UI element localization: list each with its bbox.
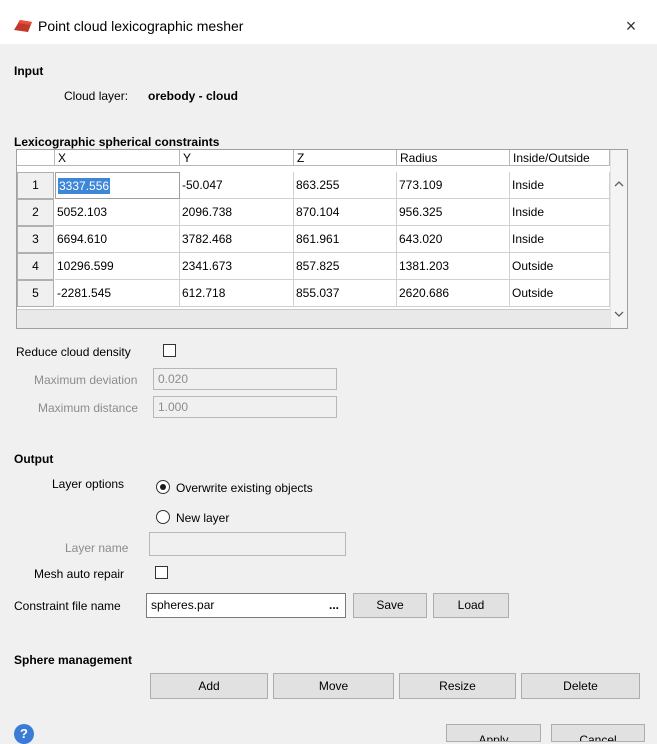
table-cell-z[interactable]: 863.255 — [294, 172, 397, 199]
table-body: X Y Z Radius Inside/Outside 1 3337.556 -… — [17, 150, 611, 310]
table-cell-radius[interactable]: 643.020 — [397, 226, 510, 253]
row-number[interactable]: 1 — [17, 172, 54, 199]
move-button[interactable]: Move — [273, 673, 394, 699]
table-cell-radius[interactable]: 2620.686 — [397, 280, 510, 307]
table-cell-radius[interactable]: 1381.203 — [397, 253, 510, 280]
input-section-label: Input — [14, 64, 44, 78]
constraint-file-value: spheres.par — [151, 598, 215, 612]
output-section-label: Output — [14, 452, 54, 466]
browse-button[interactable]: ... — [329, 594, 339, 617]
table-cell-inside-outside[interactable]: Outside — [510, 253, 610, 280]
table-footer-strip — [17, 309, 611, 328]
app-icon — [14, 20, 32, 32]
delete-button[interactable]: Delete — [521, 673, 640, 699]
load-button[interactable]: Load — [433, 593, 509, 618]
reduce-density-label: Reduce cloud density — [16, 345, 131, 359]
table-cell-x[interactable]: 3337.556 — [55, 172, 180, 199]
close-icon[interactable]: × — [619, 16, 643, 37]
column-header-y[interactable]: Y — [180, 150, 294, 166]
table-cell-y[interactable]: -50.047 — [180, 172, 294, 199]
constraint-file-field[interactable]: spheres.par ... — [146, 593, 346, 618]
max-distance-field[interactable]: 1.000 — [153, 396, 337, 418]
row-number[interactable]: 3 — [17, 226, 54, 253]
table-cell-x[interactable]: 5052.103 — [55, 199, 180, 226]
table-cell-z[interactable]: 861.961 — [294, 226, 397, 253]
table-cell-x[interactable]: 10296.599 — [55, 253, 180, 280]
table-cell-z[interactable]: 855.037 — [294, 280, 397, 307]
reduce-density-checkbox[interactable] — [163, 344, 176, 357]
radio-dot — [160, 484, 166, 490]
table-cell-inside-outside[interactable]: Outside — [510, 280, 610, 307]
row-number[interactable]: 2 — [17, 199, 54, 226]
chevron-up-icon[interactable] — [614, 180, 624, 188]
column-header-radius[interactable]: Radius — [397, 150, 510, 166]
table-cell-inside-outside[interactable]: Inside — [510, 172, 610, 199]
table-cell-radius[interactable]: 956.325 — [397, 199, 510, 226]
table-cell-x[interactable]: 6694.610 — [55, 226, 180, 253]
mesh-repair-label: Mesh auto repair — [34, 567, 125, 581]
layer-name-field[interactable] — [149, 532, 346, 556]
column-header-inside-outside[interactable]: Inside/Outside — [510, 150, 610, 166]
cloud-layer-label: Cloud layer: — [64, 89, 129, 103]
overwrite-radio[interactable] — [156, 480, 170, 494]
table-cell-y[interactable]: 612.718 — [180, 280, 294, 307]
new-layer-radio[interactable] — [156, 510, 170, 524]
apply-button[interactable]: Apply — [446, 724, 541, 742]
vertical-scrollbar[interactable] — [610, 150, 627, 328]
add-button[interactable]: Add — [150, 673, 268, 699]
constraint-file-label: Constraint file name — [14, 599, 121, 613]
table-cell-z[interactable]: 870.104 — [294, 199, 397, 226]
overwrite-label[interactable]: Overwrite existing objects — [176, 481, 313, 495]
constraints-table[interactable]: X Y Z Radius Inside/Outside 1 3337.556 -… — [16, 149, 628, 329]
constraints-section-label: Lexicographic spherical constraints — [14, 135, 220, 149]
table-cell-y[interactable]: 2096.738 — [180, 199, 294, 226]
save-button[interactable]: Save — [353, 593, 427, 618]
help-icon[interactable]: ? — [14, 724, 34, 744]
row-number[interactable]: 4 — [17, 253, 54, 280]
column-header-x[interactable]: X — [55, 150, 180, 166]
table-cell-x[interactable]: -2281.545 — [55, 280, 180, 307]
new-layer-label[interactable]: New layer — [176, 511, 229, 525]
sphere-section-label: Sphere management — [14, 653, 133, 667]
table-cell-radius[interactable]: 773.109 — [397, 172, 510, 199]
corner-header — [17, 150, 55, 166]
cell-text: 3337.556 — [58, 178, 111, 194]
max-deviation-label: Maximum deviation — [34, 373, 138, 387]
layer-options-label: Layer options — [52, 477, 125, 491]
table-cell-y[interactable]: 3782.468 — [180, 226, 294, 253]
mesh-repair-checkbox[interactable] — [155, 566, 168, 579]
layer-name-label: Layer name — [65, 541, 129, 555]
table-cell-inside-outside[interactable]: Inside — [510, 226, 610, 253]
table-cell-inside-outside[interactable]: Inside — [510, 199, 610, 226]
max-deviation-field[interactable]: 0.020 — [153, 368, 337, 390]
chevron-down-icon[interactable] — [614, 310, 624, 318]
column-header-z[interactable]: Z — [294, 150, 397, 166]
resize-button[interactable]: Resize — [399, 673, 516, 699]
table-cell-z[interactable]: 857.825 — [294, 253, 397, 280]
cancel-button[interactable]: Cancel — [551, 724, 645, 742]
row-number[interactable]: 5 — [17, 280, 54, 307]
window-title: Point cloud lexicographic mesher — [38, 18, 244, 34]
max-distance-label: Maximum distance — [38, 401, 139, 415]
table-cell-y[interactable]: 2341.673 — [180, 253, 294, 280]
cloud-layer-value: orebody - cloud — [148, 89, 238, 103]
